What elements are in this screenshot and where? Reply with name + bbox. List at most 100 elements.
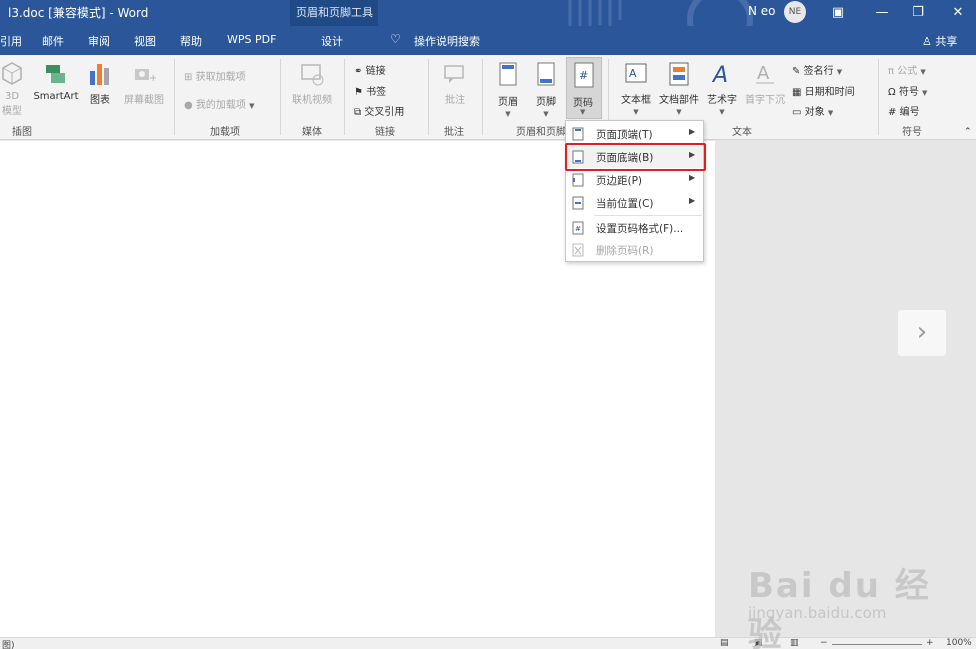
status-text: 图) (2, 641, 15, 649)
group-label-illustrations: 插图 (12, 127, 32, 138)
symbol-button[interactable]: Ω 符号 ▼ (888, 83, 927, 98)
footer-button[interactable]: 页脚 ▼ (530, 61, 562, 119)
screenshot-label: 屏幕截图 (124, 95, 164, 106)
bar-chart-icon (90, 64, 109, 85)
svg-text:A: A (711, 63, 728, 87)
svg-text:#: # (575, 225, 581, 233)
cube-icon (2, 62, 22, 85)
document-title: l3.doc [兼容模式] - Word (8, 6, 149, 20)
collapse-ribbon-icon[interactable]: ⌃ (964, 127, 972, 137)
screenshot-button[interactable]: + 屏幕截图 (120, 61, 168, 106)
header-button[interactable]: 页眉 ▼ (492, 61, 524, 119)
tab-mailings[interactable]: 邮件 (42, 33, 64, 49)
store-icon: ⊞ (184, 72, 193, 83)
menu-item-page-margins[interactable]: 页边距(P) ▶ (566, 169, 703, 191)
quick-parts-label: 文档部件 (659, 95, 699, 106)
tell-me-search[interactable]: 操作说明搜索 (414, 33, 480, 49)
tab-review[interactable]: 审阅 (88, 33, 110, 49)
chevron-down-icon: ▼ (922, 89, 928, 97)
date-time-button[interactable]: ▦ 日期和时间 (792, 83, 855, 98)
ribbon-tabs: 引用 邮件 审阅 视图 帮助 WPS PDF 设计 ♡ 操作说明搜索 ♙ 共享 (0, 26, 976, 55)
comment-button[interactable]: 批注 (436, 61, 474, 106)
submenu-arrow-icon: ▶ (689, 196, 696, 205)
link-label: 链接 (365, 66, 386, 77)
user-avatar[interactable]: NE (784, 1, 806, 23)
restore-icon[interactable]: ❐ (908, 3, 928, 23)
ribbon: 3D 模型 SmartArt 图表 + 屏幕截图 插图 ⊞ 获取加载项 ● 我的… (0, 55, 976, 140)
quick-parts-button[interactable]: 文档部件 ▼ (656, 61, 702, 117)
menu-label: 删除页码(R) (596, 245, 654, 257)
lightbulb-icon: ♡ (390, 32, 401, 46)
tab-help[interactable]: 帮助 (180, 33, 202, 49)
minimize-icon[interactable]: — (872, 3, 892, 23)
share-button[interactable]: ♙ 共享 (922, 33, 957, 49)
drop-cap-icon: A (756, 63, 774, 84)
footer-icon (537, 62, 555, 86)
tab-view[interactable]: 视图 (134, 33, 156, 49)
number-button[interactable]: # 编号 (888, 103, 920, 118)
chart-button[interactable]: 图表 (86, 61, 114, 106)
omega-icon: Ω (888, 87, 896, 98)
flag-icon: ⚑ (354, 87, 363, 98)
text-box-button[interactable]: A 文本框 ▼ (618, 61, 654, 117)
my-addins-button[interactable]: ● 我的加载项 ▼ (184, 96, 255, 111)
symbol-label: 符号 (898, 87, 919, 98)
wordart-button[interactable]: A 艺术字 ▼ (704, 61, 740, 117)
chevron-down-icon: ▼ (719, 108, 725, 116)
addins-icon: ● (184, 100, 193, 111)
tab-wps-pdf[interactable]: WPS PDF (227, 33, 276, 46)
tab-references[interactable]: 引用 (0, 33, 22, 49)
next-page-arrow-icon[interactable]: › (898, 310, 946, 356)
camera-icon: + (135, 69, 156, 84)
user-name: N eo (748, 4, 776, 18)
person-icon: ♙ (922, 35, 932, 48)
menu-item-current-position[interactable]: 当前位置(C) ▶ (566, 192, 703, 214)
chevron-down-icon: ▼ (836, 68, 843, 76)
get-addins-label: 获取加载项 (195, 72, 246, 83)
page-number-menu: 页面顶端(T) ▶ 页面底端(B) ▶ 页边距(P) ▶ 当前位置(C) ▶ #… (565, 120, 704, 262)
chevron-down-icon: ▼ (633, 108, 639, 116)
get-addins-button[interactable]: ⊞ 获取加载项 (184, 68, 246, 83)
signature-line-button[interactable]: ✎ 签名行 ▼ (792, 62, 842, 77)
menu-label: 当前位置(C) (596, 198, 654, 210)
text-box-label: 文本框 (621, 95, 651, 106)
model3d-button[interactable]: 3D 模型 (0, 61, 24, 117)
link-button[interactable]: ⚭ 链接 (354, 62, 386, 77)
cross-reference-icon: ⧉ (354, 107, 362, 118)
chevron-down-icon: ▼ (505, 110, 511, 118)
ribbon-display-options-icon[interactable]: ▣ (828, 3, 848, 23)
wordart-icon: A (711, 63, 728, 87)
smartart-label: SmartArt (33, 91, 79, 102)
read-mode-icon[interactable]: ▤ (720, 638, 729, 648)
group-label-text: 文本 (732, 127, 752, 138)
bookmark-button[interactable]: ⚑ 书签 (354, 83, 386, 98)
equation-label: 公式 (897, 66, 918, 77)
menu-item-format-page-numbers[interactable]: # 设置页码格式(F)... (566, 217, 703, 239)
equation-button[interactable]: π 公式 ▼ (888, 62, 926, 77)
model3d-label: 3D 模型 (2, 91, 22, 117)
signature-label: 签名行 (803, 66, 834, 77)
cross-reference-button[interactable]: ⧉ 交叉引用 (354, 103, 404, 118)
submenu-arrow-icon: ▶ (689, 173, 696, 182)
online-video-button[interactable]: 联机视频 (288, 61, 336, 106)
drop-cap-label: 首字下沉 (745, 95, 785, 106)
close-icon[interactable]: ✕ (948, 3, 968, 23)
tools-title: 页眉和页脚工具 (296, 6, 373, 19)
menu-item-remove-page-numbers[interactable]: 删除页码(R) (566, 239, 703, 261)
comment-icon (444, 65, 464, 83)
svg-text:+: + (149, 73, 156, 84)
link-icon: ⚭ (354, 66, 363, 77)
tab-design[interactable]: 设计 (321, 33, 343, 49)
menu-item-top-of-page[interactable]: 页面顶端(T) ▶ (566, 123, 703, 145)
smartart-button[interactable]: SmartArt (30, 61, 82, 102)
object-button[interactable]: ▭ 对象 ▼ (792, 103, 833, 118)
page-margin-icon (572, 173, 584, 187)
number-label: 编号 (899, 107, 920, 118)
group-label-addins: 加载项 (210, 127, 240, 138)
drop-cap-button[interactable]: A 首字下沉 (742, 61, 788, 106)
group-label-links: 链接 (375, 127, 395, 138)
page-number-button[interactable]: # 页码 ▼ (566, 57, 602, 119)
group-divider (428, 59, 429, 135)
header-label: 页眉 (498, 97, 518, 108)
group-label-header-footer: 页眉和页脚 (516, 127, 566, 138)
